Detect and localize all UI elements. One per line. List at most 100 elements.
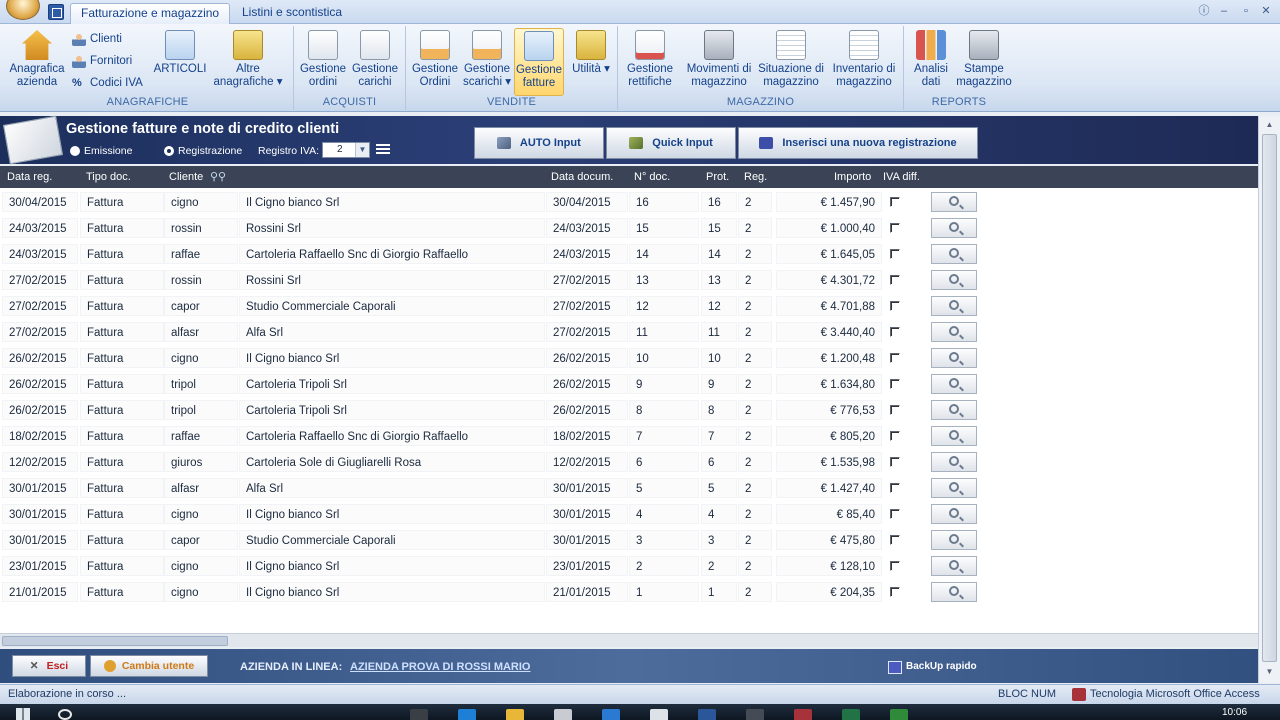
view-detail-button[interactable] [931,244,977,264]
cell-ragione[interactable]: Il Cigno bianco Srl [239,192,545,212]
search-icon[interactable] [58,709,72,720]
gestione-scarichi-button[interactable]: Gestione scarichi ▾ [462,28,512,96]
radio-registrazione[interactable]: Registrazione [164,145,242,157]
auto-input-button[interactable]: AUTO Input [474,127,604,159]
iva-diff-checkbox[interactable] [890,431,900,441]
view-detail-button[interactable] [931,218,977,238]
cell-ragione[interactable]: Rossini Srl [239,270,545,290]
header-tipo-doc[interactable]: Tipo doc. [86,171,131,183]
cell-ragione[interactable]: Il Cigno bianco Srl [239,504,545,524]
view-detail-button[interactable] [931,270,977,290]
codici-iva-button[interactable]: % Codici IVA [70,73,143,93]
cell-importo[interactable]: € 204,35 [776,582,882,602]
inventario-magazzino-button[interactable]: Inventario di magazzino [828,28,900,96]
cell-tipo[interactable]: Fattura [80,322,164,342]
cell-codice[interactable]: cigno [164,504,238,524]
explorer-folder-icon[interactable] [506,709,524,720]
cell-importo[interactable]: € 1.000,40 [776,218,882,238]
cell-importo[interactable]: € 1.427,40 [776,478,882,498]
cell-data-doc[interactable]: 30/01/2015 [546,478,628,498]
binoculars-icon[interactable]: ⚲⚲ [210,170,226,183]
cell-ragione[interactable]: Cartoleria Raffaello Snc di Giorgio Raff… [239,426,545,446]
cell-reg[interactable]: 2 [738,452,772,472]
cell-codice[interactable]: raffae [164,426,238,446]
vertical-scrollbar[interactable]: ▲ ▼ [1258,116,1280,683]
cell-prot[interactable]: 16 [701,192,737,212]
help-icon[interactable]: ⓘ [1196,4,1212,18]
cell-codice[interactable]: cigno [164,582,238,602]
cell-ragione[interactable]: Alfa Srl [239,478,545,498]
cell-n-doc[interactable]: 6 [629,452,699,472]
table-row[interactable]: 30/04/2015 Fattura cigno Il Cigno bianco Sr… [0,189,1258,215]
table-row[interactable]: 30/01/2015 Fattura cigno Il Cigno bianco Sr… [0,501,1258,527]
quick-access-icon[interactable] [48,4,64,20]
cell-data-reg[interactable]: 26/02/2015 [2,400,78,420]
cell-ragione[interactable]: Il Cigno bianco Srl [239,582,545,602]
movimenti-magazzino-button[interactable]: Movimenti di magazzino [684,28,754,96]
view-detail-button[interactable] [931,530,977,550]
table-row[interactable]: 27/02/2015 Fattura rossin Rossini Srl 27/02/… [0,267,1258,293]
cell-prot[interactable]: 2 [701,556,737,576]
cell-reg[interactable]: 2 [738,192,772,212]
cell-ragione[interactable]: Studio Commerciale Caporali [239,296,545,316]
view-detail-button[interactable] [931,582,977,602]
cell-data-doc[interactable]: 27/02/2015 [546,296,628,316]
table-row[interactable]: 26/02/2015 Fattura tripol Cartoleria Tripol… [0,397,1258,423]
cell-data-reg[interactable]: 24/03/2015 [2,244,78,264]
view-detail-button[interactable] [931,348,977,368]
cell-reg[interactable]: 2 [738,556,772,576]
cell-tipo[interactable]: Fattura [80,374,164,394]
table-row[interactable]: 23/01/2015 Fattura cigno Il Cigno bianco Sr… [0,553,1258,579]
cell-tipo[interactable]: Fattura [80,530,164,550]
cell-data-reg[interactable]: 23/01/2015 [2,556,78,576]
cell-data-reg[interactable]: 18/02/2015 [2,426,78,446]
cell-prot[interactable]: 10 [701,348,737,368]
cell-data-doc[interactable]: 24/03/2015 [546,244,628,264]
header-prot[interactable]: Prot. [706,171,729,183]
cell-codice[interactable]: rossin [164,270,238,290]
iva-diff-checkbox[interactable] [890,353,900,363]
header-data-docum[interactable]: Data docum. [551,171,613,183]
view-detail-button[interactable] [931,556,977,576]
cell-prot[interactable]: 9 [701,374,737,394]
header-n-doc[interactable]: N° doc. [634,171,670,183]
gestione-rettifiche-button[interactable]: Gestione rettifiche [622,28,678,96]
cell-tipo[interactable]: Fattura [80,270,164,290]
cell-prot[interactable]: 3 [701,530,737,550]
store-icon[interactable] [554,709,572,720]
minimize-button[interactable]: – [1216,4,1232,18]
iva-diff-checkbox[interactable] [890,301,900,311]
iva-diff-checkbox[interactable] [890,249,900,259]
cell-tipo[interactable]: Fattura [80,452,164,472]
cell-reg[interactable]: 2 [738,322,772,342]
cell-tipo[interactable]: Fattura [80,348,164,368]
cell-data-doc[interactable]: 23/01/2015 [546,556,628,576]
header-reg[interactable]: Reg. [744,171,767,183]
table-row[interactable]: 30/01/2015 Fattura alfasr Alfa Srl 30/01/201… [0,475,1258,501]
cell-n-doc[interactable]: 8 [629,400,699,420]
cell-data-reg[interactable]: 30/01/2015 [2,478,78,498]
cell-tipo[interactable]: Fattura [80,504,164,524]
esci-button[interactable]: ✕ Esci [12,655,86,677]
close-button[interactable]: ✕ [1258,4,1274,18]
articoli-button[interactable]: ARTICOLI [152,28,208,96]
cell-n-doc[interactable]: 15 [629,218,699,238]
cell-importo[interactable]: € 4.301,72 [776,270,882,290]
scroll-up-icon[interactable]: ▲ [1262,118,1277,132]
taskbar-app-icon[interactable] [746,709,764,720]
view-detail-button[interactable] [931,452,977,472]
cell-reg[interactable]: 2 [738,218,772,238]
cell-tipo[interactable]: Fattura [80,478,164,498]
edge-icon[interactable] [458,709,476,720]
cell-data-doc[interactable]: 30/04/2015 [546,192,628,212]
list-icon[interactable] [376,144,390,155]
cell-data-reg[interactable]: 27/02/2015 [2,322,78,342]
cell-codice[interactable]: cigno [164,348,238,368]
azienda-link[interactable]: AZIENDA PROVA DI ROSSI MARIO [350,661,531,673]
cell-data-reg[interactable]: 27/02/2015 [2,296,78,316]
cell-prot[interactable]: 6 [701,452,737,472]
cell-prot[interactable]: 12 [701,296,737,316]
registro-iva-select[interactable]: 2 ▼ [322,142,370,158]
cell-tipo[interactable]: Fattura [80,296,164,316]
cell-importo[interactable]: € 85,40 [776,504,882,524]
